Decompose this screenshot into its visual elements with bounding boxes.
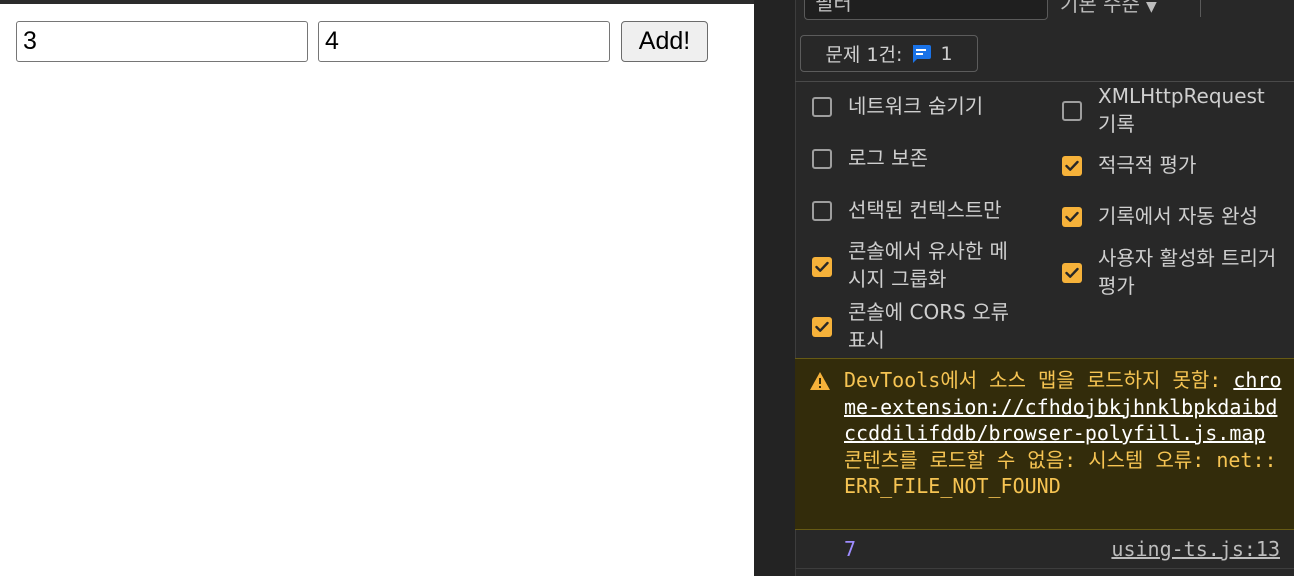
log-source-link[interactable]: using-ts.js:13 — [1111, 537, 1280, 561]
checkbox-checked-icon[interactable] — [1062, 263, 1082, 283]
issues-count: 1 — [940, 42, 953, 65]
add-button[interactable]: Add! — [621, 21, 708, 62]
warning-suffix: 콘텐츠를 로드할 수 없음: 시스템 오류: net::ERR_FILE_NOT… — [844, 447, 1277, 499]
devtools-sidebar-gutter — [754, 0, 796, 576]
setting-label: 사용자 활성화 트리거 평가 — [1098, 246, 1277, 298]
checkbox-unchecked-icon[interactable] — [812, 149, 832, 169]
browser-top-edge — [0, 0, 754, 4]
setting-label: XMLHttpRequest 기록 — [1098, 84, 1265, 136]
checkbox-checked-icon[interactable] — [812, 257, 832, 277]
number-input-a[interactable] — [16, 21, 308, 62]
setting-label: 선택된 컨텍스트만 — [848, 198, 1002, 222]
setting-label: 콘솔에 CORS 오류 표시 — [848, 300, 1010, 352]
issue-message-icon — [910, 43, 932, 65]
number-input-b[interactable] — [318, 21, 610, 62]
checkbox-checked-icon[interactable] — [1062, 156, 1082, 176]
toolbar-divider — [1200, 0, 1201, 17]
checkbox-unchecked-icon[interactable] — [812, 97, 832, 117]
console-warning-message: DevTools에서 소스 맵을 로드하지 못함: chrome-extensi… — [795, 358, 1294, 530]
setting-label: 적극적 평가 — [1098, 153, 1197, 177]
issues-button[interactable]: 문제 1건: 1 — [800, 35, 978, 72]
chevron-down-icon: ▼ — [1145, 0, 1157, 15]
setting-label: 콘솔에서 유사한 메시지 그룹화 — [848, 239, 1008, 291]
setting-label: 기록에서 자동 완성 — [1098, 204, 1258, 228]
warning-text: DevTools에서 소스 맵을 로드하지 못함: chrome-extensi… — [844, 367, 1284, 500]
warning-icon — [809, 371, 831, 395]
checkbox-checked-icon[interactable] — [1062, 207, 1082, 227]
setting-label: 로그 보존 — [848, 146, 928, 170]
log-levels-label: 기본 수준 — [1060, 0, 1140, 16]
setting-label: 네트워크 숨기기 — [848, 94, 984, 118]
app-page: Add! — [0, 0, 754, 576]
log-levels-dropdown[interactable]: 기본 수준 ▼ — [1060, 0, 1157, 18]
checkbox-checked-icon[interactable] — [812, 317, 832, 337]
console-filter-input[interactable]: 필터 — [804, 0, 1048, 20]
devtools-console-panel: 필터 기본 수준 ▼ 문제 1건: 1 DevTools에서 소스 맵을 로드하지… — [754, 0, 1294, 576]
checkbox-unchecked-icon[interactable] — [1062, 101, 1082, 121]
issues-label: 문제 1건: — [825, 44, 903, 66]
console-log-row: 7 using-ts.js:13 — [795, 530, 1294, 568]
divider — [795, 568, 1294, 569]
checkbox-unchecked-icon[interactable] — [812, 201, 832, 221]
warning-prefix: DevTools에서 소스 맵을 로드하지 못함: — [844, 368, 1234, 392]
log-value: 7 — [844, 537, 857, 561]
